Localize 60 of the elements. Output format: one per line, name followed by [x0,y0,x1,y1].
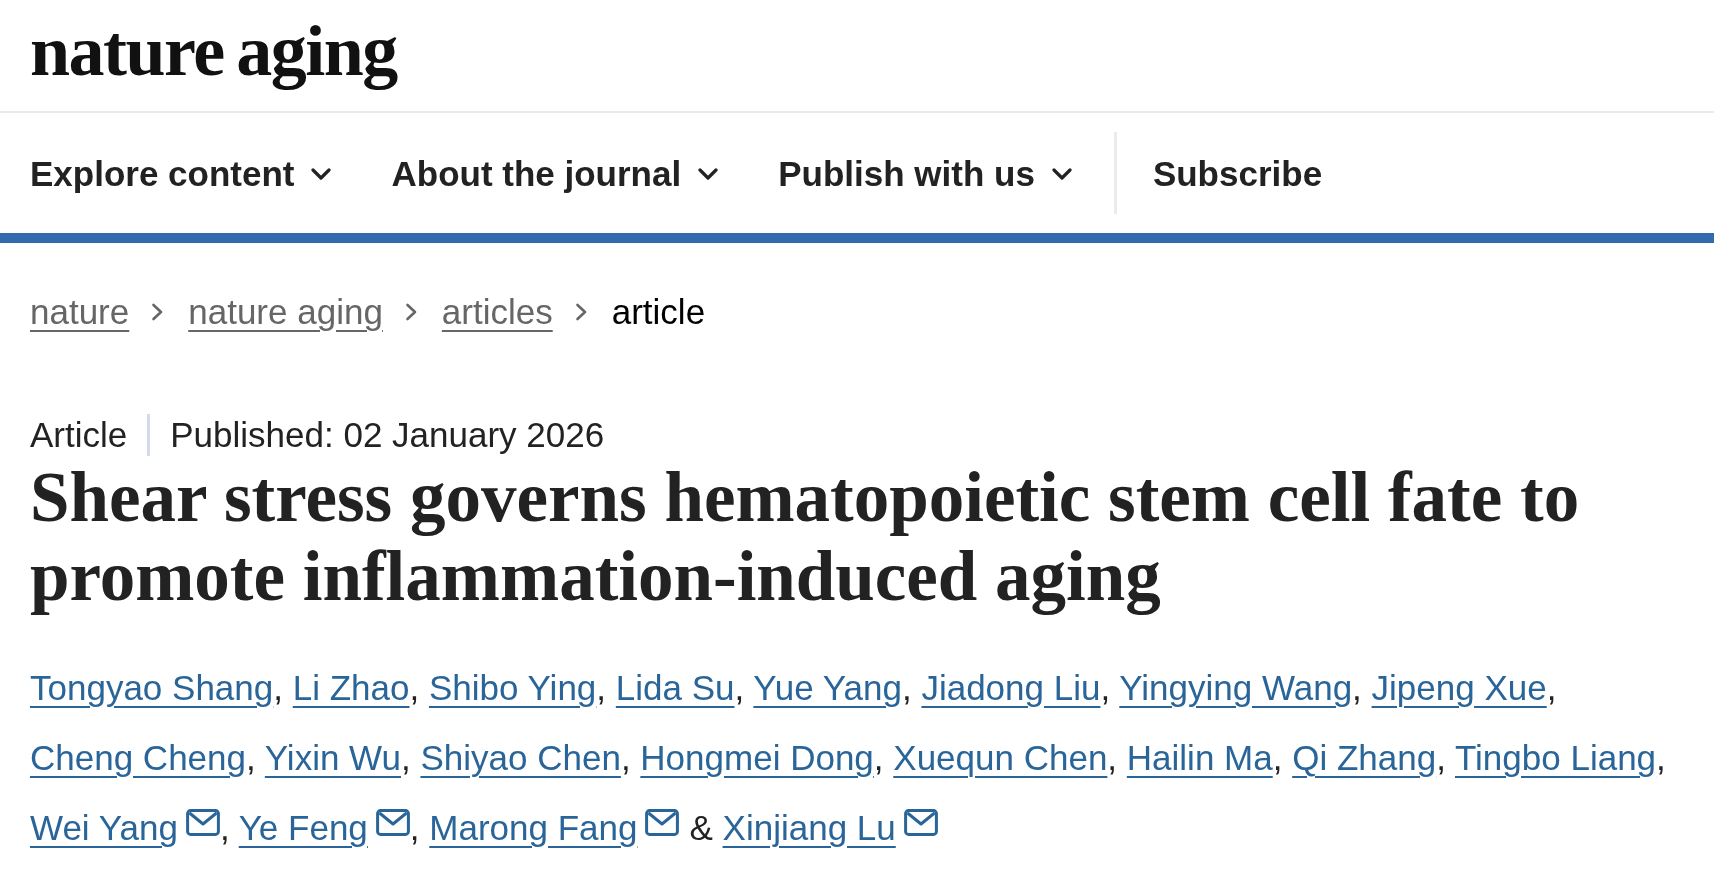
author-separator: , [1436,738,1446,777]
breadcrumb-link[interactable]: articles [441,292,553,332]
author-link[interactable]: Marong Fang [429,808,638,847]
author-separator: , [219,808,230,847]
envelope-icon[interactable] [185,809,220,836]
author-link[interactable]: Xinjiang Lu [722,808,896,847]
author-separator: , [1656,738,1666,777]
author-link[interactable]: Wei Yang [30,808,178,847]
nav-link[interactable]: Subscribe [1152,154,1323,194]
author-link[interactable]: Tingbo Liang [1455,738,1657,777]
current-page-text: article [611,292,706,332]
author-separator: , [246,738,256,777]
author-link[interactable]: Shiyao Chen [420,738,621,777]
envelope-icon[interactable] [645,809,680,836]
author-link[interactable]: Shibo Ying [428,668,597,707]
author-separator: , [596,668,607,707]
author-separator: , [401,738,411,777]
nav-menu-button[interactable]: Publish with us [778,154,1072,194]
chevron-right-icon [404,303,418,321]
author-separator: , [273,668,283,707]
chevron-right-icon [574,303,588,321]
author-link[interactable]: Xuequn Chen [893,738,1108,777]
chevron-down-icon [1051,168,1072,180]
author-separator: , [1546,668,1557,707]
nav-menu-button[interactable]: Explore content [30,154,332,194]
author-link[interactable]: Hailin Ma [1126,738,1273,777]
breadcrumb-link[interactable]: nature aging [188,292,383,332]
envelope-icon[interactable] [903,809,938,836]
author-link[interactable]: Tongyao Shang [30,668,274,707]
author-separator: , [1352,668,1362,707]
author-link[interactable]: Yue Yang [753,668,902,707]
article-title: Shear stress governs hematopoietic stem cell fate to promote inflammation-induced aging [30,458,1581,616]
chevron-down-icon [311,168,332,180]
author-separator: , [620,738,631,777]
author-separator: , [734,668,745,707]
author-link[interactable]: Jipeng Xue [1371,668,1547,707]
envelope-icon[interactable] [375,809,410,836]
author-link[interactable]: Yingying Wang [1119,668,1353,707]
author-separator: & [689,808,713,847]
author-link[interactable]: Yixin Wu [264,738,401,777]
author-link[interactable]: Li Zhao [292,668,410,707]
author-separator: , [409,668,420,707]
author-link[interactable]: Cheng Cheng [30,738,246,777]
publish-date: Published: 02 January 2026 [170,415,605,455]
author-separator: , [1100,668,1111,707]
author-link[interactable]: Lida Su [615,668,735,707]
chevron-down-icon [698,168,719,180]
breadcrumb-link[interactable]: nature [30,292,130,332]
article-type: Article [30,415,128,455]
author-separator: , [873,738,884,777]
author-separator: , [1272,738,1283,777]
chevron-right-icon [151,303,165,321]
author-link[interactable]: Jiadong Liu [921,668,1101,707]
author-separator: , [901,668,912,707]
nav-menu-button[interactable]: About the journal [391,154,719,194]
author-separator: , [409,808,420,847]
author-separator: , [1107,738,1118,777]
author-link[interactable]: Hongmei Dong [640,738,874,777]
author-link[interactable]: Qi Zhang [1292,738,1437,777]
author-link[interactable]: Ye Feng [238,808,368,847]
